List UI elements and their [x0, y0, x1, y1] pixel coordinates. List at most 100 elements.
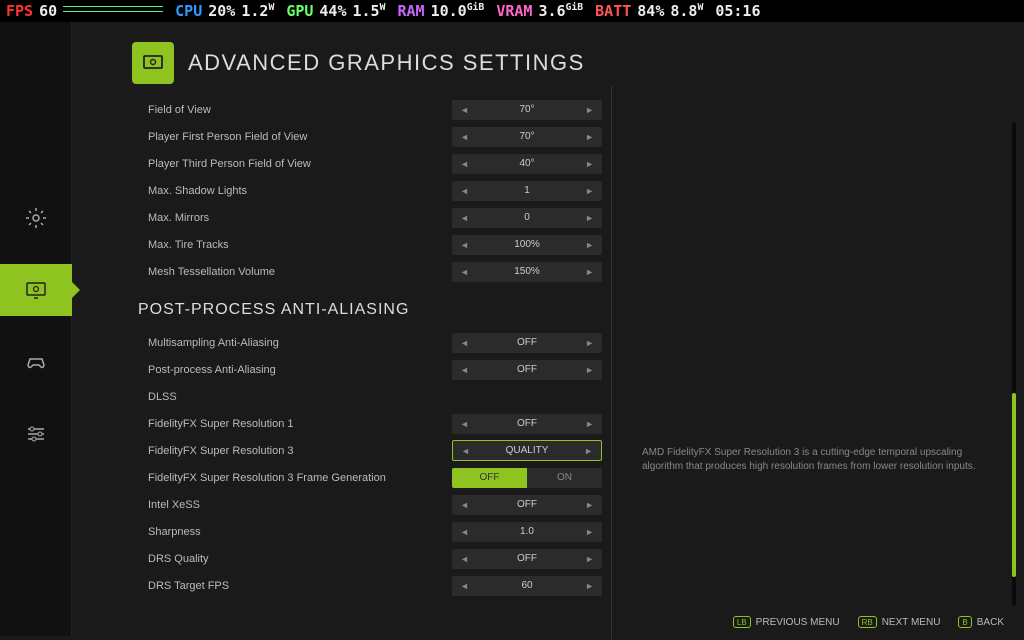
sliders-icon [24, 422, 48, 446]
chevron-left-icon[interactable]: ◄ [460, 213, 469, 223]
sidebar [0, 22, 72, 636]
chevron-right-icon[interactable]: ► [585, 527, 594, 537]
chevron-right-icon[interactable]: ► [585, 105, 594, 115]
chevron-right-icon[interactable]: ► [585, 186, 594, 196]
performance-overlay: FPS 60 CPU 20% 1.2W GPU 44% 1.5W RAM 10.… [0, 0, 1024, 22]
setting-fsr1[interactable]: FidelityFX Super Resolution 1 ◄ OFF ► [132, 410, 602, 437]
setting-label: Player First Person Field of View [132, 131, 452, 143]
chevron-right-icon[interactable]: ► [585, 365, 594, 375]
setting-value: 70° [469, 104, 585, 115]
setting-row[interactable]: Max. Tire Tracks◄100%► [132, 231, 602, 258]
sidebar-item-controls[interactable] [0, 336, 72, 388]
setting-row[interactable]: Max. Shadow Lights◄1► [132, 177, 602, 204]
chevron-left-icon[interactable]: ◄ [460, 500, 469, 510]
setting-label: Intel XeSS [132, 499, 452, 511]
setting-label: Multisampling Anti-Aliasing [132, 337, 452, 349]
chevron-left-icon[interactable]: ◄ [460, 159, 469, 169]
toggle-off[interactable]: OFF [452, 468, 527, 488]
setting-dlss[interactable]: DLSS [132, 383, 602, 410]
setting-label: Sharpness [132, 526, 452, 538]
setting-stepper[interactable]: ◄OFF► [452, 360, 602, 380]
sidebar-item-display[interactable] [0, 264, 72, 316]
scrollbar[interactable] [1012, 122, 1016, 606]
chevron-right-icon[interactable]: ► [585, 338, 594, 348]
setting-stepper[interactable]: ◄150%► [452, 262, 602, 282]
setting-row[interactable]: Intel XeSS◄OFF► [132, 491, 602, 518]
scrollbar-thumb[interactable] [1012, 393, 1016, 577]
setting-label: Max. Mirrors [132, 212, 452, 224]
setting-row[interactable]: Sharpness◄1.0► [132, 518, 602, 545]
chevron-left-icon[interactable]: ◄ [460, 105, 469, 115]
setting-stepper[interactable]: ◄40°► [452, 154, 602, 174]
setting-row[interactable]: DRS Quality◄OFF► [132, 545, 602, 572]
setting-label: FidelityFX Super Resolution 3 [132, 445, 452, 457]
setting-label: Player Third Person Field of View [132, 158, 452, 170]
setting-stepper[interactable]: ◄70°► [452, 100, 602, 120]
b-button-icon: B [958, 616, 971, 628]
setting-row[interactable]: Max. Mirrors◄0► [132, 204, 602, 231]
chevron-right-icon[interactable]: ► [585, 159, 594, 169]
toggle[interactable]: OFF ON [452, 468, 602, 488]
gear-icon [24, 206, 48, 230]
chevron-left-icon[interactable]: ◄ [460, 267, 469, 277]
chevron-right-icon[interactable]: ► [585, 132, 594, 142]
setting-row[interactable]: DRS Target FPS◄60► [132, 572, 602, 599]
setting-fsr3[interactable]: FidelityFX Super Resolution 3 ◄ QUALITY … [132, 437, 602, 464]
setting-label: Max. Shadow Lights [132, 185, 452, 197]
setting-row[interactable]: Player Third Person Field of View◄40°► [132, 150, 602, 177]
setting-label: Max. Tire Tracks [132, 239, 452, 251]
setting-stepper[interactable]: ◄100%► [452, 235, 602, 255]
chevron-right-icon[interactable]: ► [585, 267, 594, 277]
monitor-gear-icon [24, 278, 48, 302]
chevron-left-icon[interactable]: ◄ [460, 581, 469, 591]
chevron-right-icon[interactable]: ► [585, 554, 594, 564]
setting-stepper[interactable]: ◄ QUALITY ► [452, 440, 602, 461]
setting-fsr3-framegen[interactable]: FidelityFX Super Resolution 3 Frame Gene… [132, 464, 602, 491]
chevron-right-icon[interactable]: ► [585, 419, 594, 429]
chevron-left-icon[interactable]: ◄ [460, 527, 469, 537]
setting-stepper[interactable]: ◄ OFF ► [452, 414, 602, 434]
setting-value: OFF [469, 499, 585, 510]
section-title-aa: POST-PROCESS ANTI-ALIASING [132, 285, 602, 329]
chevron-right-icon[interactable]: ► [585, 240, 594, 250]
setting-description: AMD FidelityFX Super Resolution 3 is a c… [622, 96, 1024, 599]
chevron-left-icon[interactable]: ◄ [460, 240, 469, 250]
setting-label: FidelityFX Super Resolution 1 [132, 418, 452, 430]
chevron-left-icon[interactable]: ◄ [461, 446, 470, 456]
sidebar-item-sliders[interactable] [0, 408, 72, 460]
setting-stepper[interactable]: ◄1.0► [452, 522, 602, 542]
setting-stepper[interactable]: ◄OFF► [452, 549, 602, 569]
chevron-right-icon[interactable]: ► [585, 581, 594, 591]
toggle-on[interactable]: ON [527, 468, 602, 488]
sidebar-item-general[interactable] [0, 192, 72, 244]
page-header: ADVANCED GRAPHICS SETTINGS [132, 22, 1024, 96]
chevron-right-icon[interactable]: ► [585, 213, 594, 223]
chevron-left-icon[interactable]: ◄ [460, 132, 469, 142]
setting-stepper[interactable]: ◄OFF► [452, 333, 602, 353]
chevron-right-icon[interactable]: ► [585, 500, 594, 510]
setting-row[interactable]: Player First Person Field of View◄70°► [132, 123, 602, 150]
lb-button-icon: LB [733, 616, 751, 628]
setting-stepper[interactable]: ◄1► [452, 181, 602, 201]
chevron-left-icon[interactable]: ◄ [460, 338, 469, 348]
chevron-left-icon[interactable]: ◄ [460, 186, 469, 196]
setting-label: DLSS [132, 391, 602, 403]
setting-row[interactable]: Multisampling Anti-Aliasing◄OFF► [132, 329, 602, 356]
chevron-left-icon[interactable]: ◄ [460, 365, 469, 375]
page-title: ADVANCED GRAPHICS SETTINGS [188, 50, 585, 76]
setting-row[interactable]: Field of View◄70°► [132, 96, 602, 123]
setting-row[interactable]: Mesh Tessellation Volume◄150%► [132, 258, 602, 285]
chevron-right-icon[interactable]: ► [584, 446, 593, 456]
setting-row[interactable]: Post-process Anti-Aliasing◄OFF► [132, 356, 602, 383]
gamepad-icon [24, 350, 48, 374]
footer-hints: LB PREVIOUS MENU RB NEXT MENU B BACK [733, 616, 1004, 628]
setting-stepper[interactable]: ◄60► [452, 576, 602, 596]
setting-stepper[interactable]: ◄OFF► [452, 495, 602, 515]
hint-prev-menu: LB PREVIOUS MENU [733, 616, 840, 628]
setting-value: OFF [469, 418, 585, 429]
setting-stepper[interactable]: ◄0► [452, 208, 602, 228]
chevron-left-icon[interactable]: ◄ [460, 554, 469, 564]
vram-stat: VRAM 3.6GiB [496, 2, 583, 20]
setting-stepper[interactable]: ◄70°► [452, 127, 602, 147]
chevron-left-icon[interactable]: ◄ [460, 419, 469, 429]
